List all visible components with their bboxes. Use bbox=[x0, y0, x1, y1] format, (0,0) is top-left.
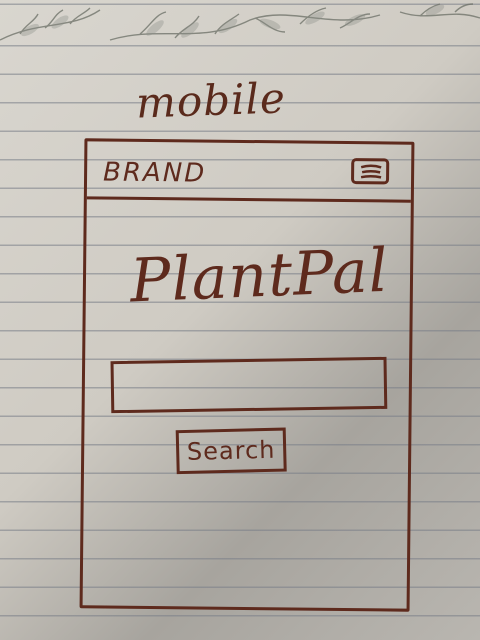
search-input[interactable] bbox=[110, 356, 388, 414]
brand-logo[interactable]: BRAND bbox=[103, 157, 206, 188]
floral-decoration bbox=[0, 3, 480, 41]
sketch-caption: mobile bbox=[135, 73, 287, 128]
phone-frame: BRAND PlantPal Search bbox=[79, 138, 415, 612]
hamburger-menu-icon[interactable] bbox=[351, 158, 390, 185]
app-title: PlantPal bbox=[128, 235, 391, 317]
search-button[interactable]: Search bbox=[175, 427, 287, 475]
header-bar: BRAND bbox=[86, 141, 412, 203]
